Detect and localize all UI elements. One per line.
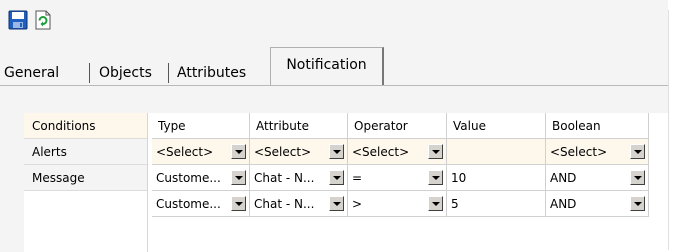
attribute-value: <Select> xyxy=(254,145,312,159)
refresh-icon[interactable] xyxy=(33,10,53,30)
attribute-dropdown[interactable]: Chat - N... xyxy=(250,191,348,217)
dropdown-arrow-icon[interactable] xyxy=(630,170,645,185)
operator-dropdown[interactable]: <Select> xyxy=(348,139,447,165)
tab-separator xyxy=(89,63,90,83)
dropdown-arrow-icon[interactable] xyxy=(329,170,344,185)
attribute-dropdown[interactable]: Chat - N... xyxy=(250,165,348,191)
dropdown-arrow-icon[interactable] xyxy=(329,196,344,211)
attribute-dropdown[interactable]: <Select> xyxy=(250,139,348,165)
toolbar xyxy=(0,0,668,47)
attribute-value: Chat - N... xyxy=(254,171,315,185)
window-divider xyxy=(668,10,669,250)
tab-attributes[interactable]: Attributes xyxy=(173,62,250,84)
type-dropdown[interactable]: <Select> xyxy=(152,139,250,165)
boolean-value: AND xyxy=(550,197,577,211)
background-window-edge xyxy=(668,0,681,252)
operator-value: <Select> xyxy=(352,145,410,159)
value-field[interactable]: 10 xyxy=(447,165,546,191)
type-dropdown[interactable]: Custome... xyxy=(152,191,250,217)
dropdown-arrow-icon[interactable] xyxy=(231,170,246,185)
type-value: Custome... xyxy=(156,171,221,185)
operator-value: = xyxy=(352,171,363,185)
sidebar-item-conditions[interactable]: Conditions xyxy=(24,113,147,139)
type-value: <Select> xyxy=(156,145,214,159)
value-field[interactable] xyxy=(447,139,546,165)
dropdown-arrow-icon[interactable] xyxy=(428,196,443,211)
dropdown-arrow-icon[interactable] xyxy=(428,144,443,159)
column-header-value: Value xyxy=(447,113,546,139)
column-header-attribute: Attribute xyxy=(250,113,348,139)
sidebar-item-alerts[interactable]: Alerts xyxy=(24,139,147,165)
boolean-dropdown[interactable]: AND xyxy=(546,165,649,191)
column-header-boolean: Boolean xyxy=(546,113,649,139)
type-value: Custome... xyxy=(156,197,221,211)
boolean-dropdown[interactable]: <Select> xyxy=(546,139,649,165)
dropdown-arrow-icon[interactable] xyxy=(630,144,645,159)
tab-objects[interactable]: Objects xyxy=(95,62,156,84)
tab-notification[interactable]: Notification xyxy=(270,47,384,85)
boolean-value: <Select> xyxy=(550,145,608,159)
column-header-type: Type xyxy=(152,113,250,139)
type-dropdown[interactable]: Custome... xyxy=(152,165,250,191)
dropdown-arrow-icon[interactable] xyxy=(428,170,443,185)
tab-general[interactable]: General xyxy=(0,62,63,84)
tab-separator xyxy=(168,63,169,83)
value-field[interactable]: 5 xyxy=(447,191,546,217)
sidebar-item-message[interactable]: Message xyxy=(24,165,147,191)
operator-value: > xyxy=(352,197,363,211)
operator-dropdown[interactable]: > xyxy=(348,191,447,217)
save-icon[interactable] xyxy=(8,10,28,30)
column-header-operator: Operator xyxy=(348,113,447,139)
dropdown-arrow-icon[interactable] xyxy=(231,196,246,211)
operator-dropdown[interactable]: = xyxy=(348,165,447,191)
boolean-value: AND xyxy=(550,171,577,185)
dropdown-arrow-icon[interactable] xyxy=(329,144,344,159)
attribute-value: Chat - N... xyxy=(254,197,315,211)
boolean-dropdown[interactable]: AND xyxy=(546,191,649,217)
dropdown-arrow-icon[interactable] xyxy=(630,196,645,211)
dropdown-arrow-icon[interactable] xyxy=(231,144,246,159)
